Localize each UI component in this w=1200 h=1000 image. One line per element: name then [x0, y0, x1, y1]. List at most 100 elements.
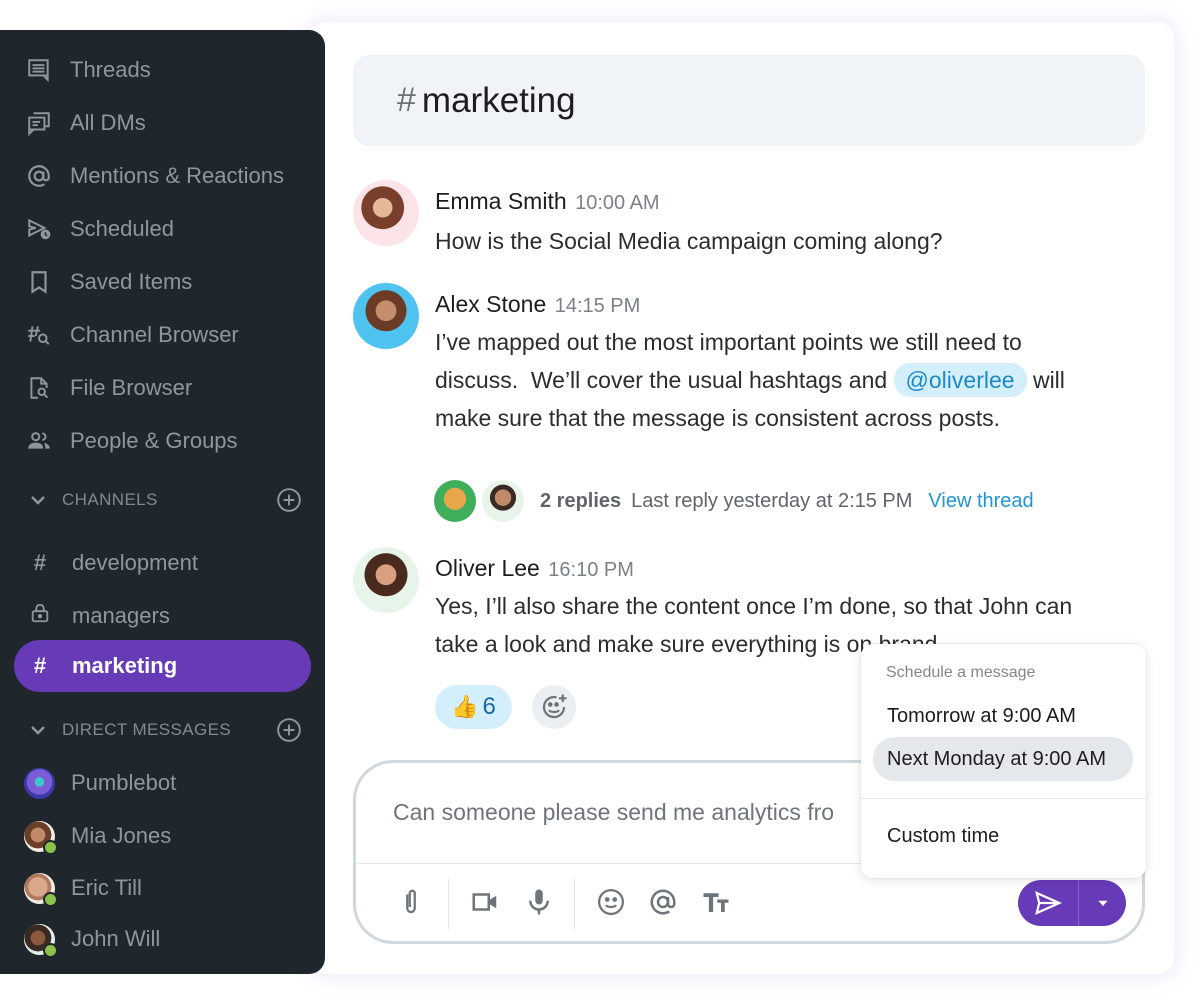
sidebar-item-label: Scheduled: [70, 216, 174, 241]
channel-development[interactable]: # development: [14, 537, 311, 589]
dm-label: DIRECT MESSAGES: [62, 720, 232, 739]
at-icon: [24, 161, 54, 191]
message-author[interactable]: Alex Stone: [435, 291, 546, 317]
sidebar-item-channel-browser[interactable]: Channel Browser: [24, 315, 239, 355]
avatar-alex-stone[interactable]: [353, 283, 419, 349]
divider: [574, 879, 575, 929]
sidebar-item-mentions[interactable]: Mentions & Reactions: [24, 156, 284, 196]
online-status-icon: [43, 839, 58, 855]
at-icon: [650, 889, 676, 915]
channel-label: development: [72, 550, 198, 575]
avatar: [24, 872, 58, 907]
dm-john-will[interactable]: John Will: [24, 919, 160, 959]
add-reaction-button[interactable]: [532, 685, 576, 729]
reaction-count: 6: [482, 693, 496, 720]
dm-label: Mia Jones: [71, 823, 172, 848]
smiley-icon: [598, 889, 624, 915]
schedule-dropdown-button[interactable]: [1079, 880, 1126, 926]
video-button[interactable]: [468, 885, 502, 919]
all-dms-icon: [24, 108, 54, 138]
online-status-icon: [43, 891, 58, 907]
message-time: 14:15 PM: [554, 295, 641, 317]
divider: [448, 879, 449, 929]
text-format-icon: [703, 893, 729, 912]
view-thread-link[interactable]: View thread: [928, 490, 1033, 513]
message-body: I’ve mapped out the most important point…: [435, 329, 1065, 431]
sidebar-item-threads[interactable]: Threads: [24, 50, 151, 90]
message-author[interactable]: Oliver Lee: [435, 555, 540, 581]
channel-marketing[interactable]: # marketing: [14, 640, 311, 692]
sidebar-item-people[interactable]: People & Groups: [24, 421, 238, 461]
user-mention[interactable]: @oliverlee: [893, 363, 1027, 397]
send-button-group: [1018, 880, 1126, 926]
bookmark-icon: [24, 267, 54, 297]
schedule-option-next-monday[interactable]: Next Monday at 9:00 AM: [873, 737, 1133, 781]
thumbs-up-icon: 👍: [451, 694, 479, 719]
channels-section-header[interactable]: CHANNELS: [26, 483, 302, 517]
people-icon: [24, 426, 54, 456]
avatar: [24, 767, 55, 799]
avatar: [24, 923, 58, 958]
dm-pumblebot[interactable]: Pumblebot: [24, 763, 176, 803]
sidebar-item-all-dms[interactable]: All DMs: [24, 103, 146, 143]
hash-icon: #: [33, 550, 47, 575]
formatting-button[interactable]: [699, 885, 733, 919]
avatar: [24, 820, 58, 855]
dm-eric-till[interactable]: Eric Till: [24, 868, 142, 908]
add-emoji-icon: [542, 694, 567, 719]
file-search-icon: [24, 373, 54, 403]
chevron-down-icon: [31, 726, 45, 735]
reply-count: 2 replies: [540, 489, 622, 512]
video-camera-icon: [472, 893, 497, 911]
sidebar-item-file-browser[interactable]: File Browser: [24, 368, 192, 408]
page-title: marketing: [421, 80, 576, 120]
paperclip-icon: [406, 889, 416, 914]
channels-label: CHANNELS: [62, 490, 158, 509]
reaction-thumbs-up[interactable]: 👍 6: [435, 685, 512, 729]
microphone-icon: [529, 889, 549, 915]
sidebar-item-saved[interactable]: Saved Items: [24, 262, 192, 302]
sidebar-item-label: Channel Browser: [70, 322, 239, 347]
sidebar-item-label: File Browser: [70, 375, 193, 400]
lock-icon: [28, 602, 52, 630]
scheduled-send-icon: [24, 214, 54, 244]
dm-mia-jones[interactable]: Mia Jones: [24, 816, 171, 856]
hash-icon: #: [397, 81, 416, 119]
add-channel-icon[interactable]: [276, 487, 302, 513]
channel-search-icon: [24, 320, 54, 350]
hash-icon: #: [33, 653, 47, 678]
schedule-menu: Schedule a message Tomorrow at 9:00 AM N…: [861, 644, 1146, 878]
schedule-menu-title: Schedule a message: [886, 664, 1036, 681]
sidebar-item-label: Threads: [70, 57, 151, 82]
schedule-option-custom[interactable]: Custom time: [873, 814, 1133, 858]
sidebar-item-label: People & Groups: [70, 428, 238, 453]
sidebar-item-label: Saved Items: [70, 269, 193, 294]
mention-button[interactable]: [646, 885, 680, 919]
dm-label: John Will: [71, 926, 161, 951]
thread-summary[interactable]: 2 replies Last reply yesterday at 2:15 P…: [434, 479, 1034, 523]
dm-section-header[interactable]: DIRECT MESSAGES: [26, 713, 302, 747]
avatar: [434, 480, 476, 522]
channel-header: # marketing: [353, 55, 1145, 146]
message-time: 16:10 PM: [548, 559, 634, 581]
avatar-emma-smith[interactable]: [353, 180, 419, 246]
sidebar-item-scheduled[interactable]: Scheduled: [24, 209, 174, 249]
send-icon: [1035, 891, 1063, 915]
avatar: [482, 480, 524, 522]
divider: [861, 798, 1146, 799]
message-author[interactable]: Emma Smith: [435, 188, 567, 214]
message-input[interactable]: [393, 799, 893, 826]
add-dm-icon[interactable]: [276, 717, 302, 743]
avatar-oliver-lee[interactable]: [353, 547, 419, 613]
send-button[interactable]: [1018, 880, 1078, 926]
schedule-option-tomorrow[interactable]: Tomorrow at 9:00 AM: [873, 694, 1133, 738]
last-reply-time: Last reply yesterday at 2:15 PM: [631, 489, 913, 512]
sidebar-item-label: Mentions & Reactions: [70, 163, 284, 188]
message-body: How is the Social Media campaign coming …: [435, 228, 943, 254]
chevron-down-icon: [31, 496, 45, 505]
sidebar: Threads All DMs Mentions & Reactions Sch…: [0, 30, 325, 974]
attach-button[interactable]: [394, 885, 428, 919]
microphone-button[interactable]: [522, 885, 556, 919]
channel-managers[interactable]: managers: [14, 590, 311, 642]
emoji-button[interactable]: [594, 885, 628, 919]
